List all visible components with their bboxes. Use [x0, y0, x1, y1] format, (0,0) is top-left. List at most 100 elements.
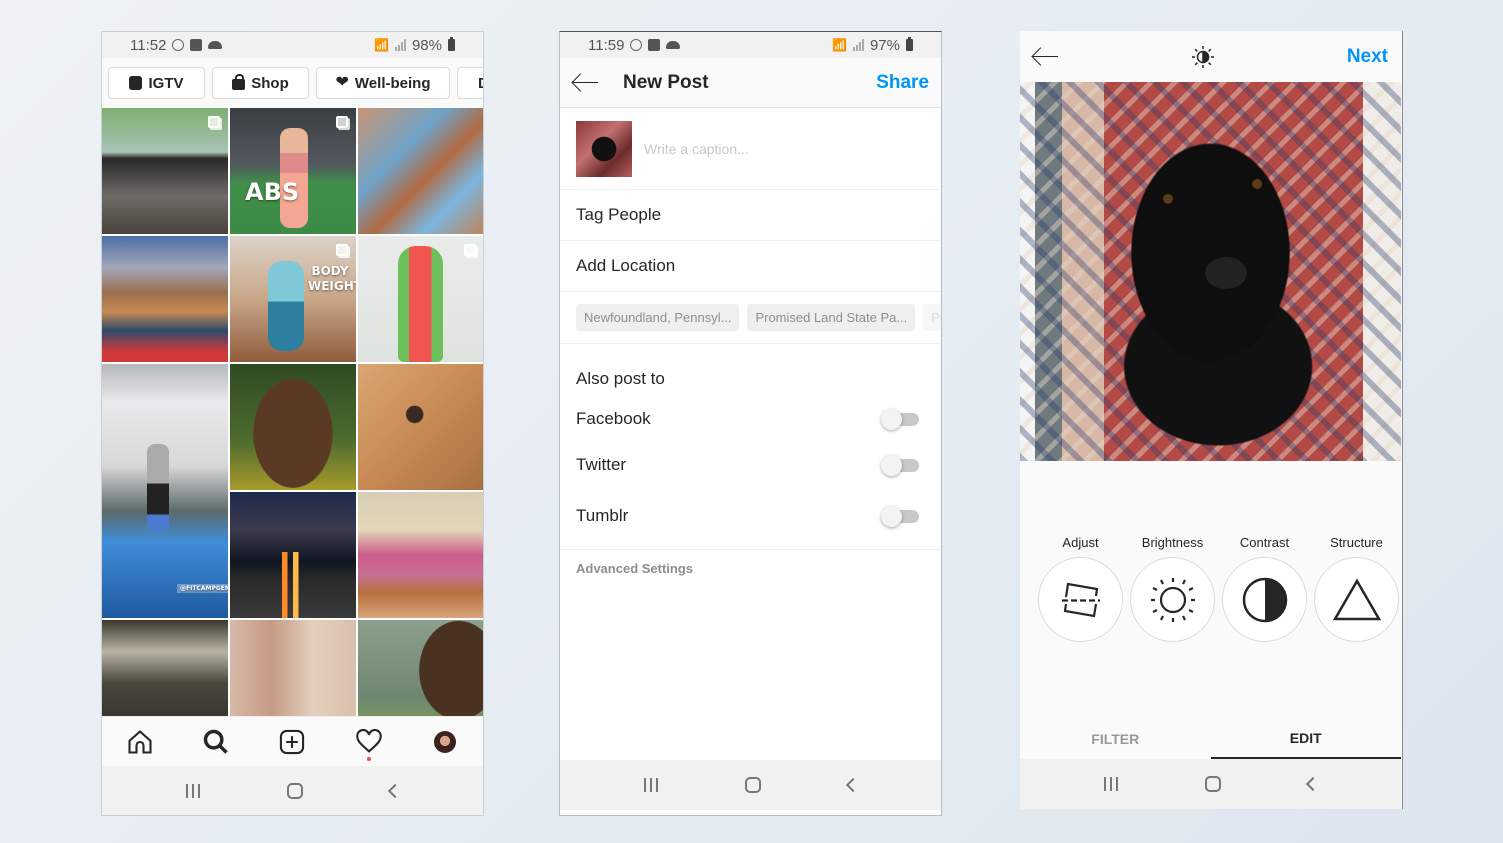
brightness-icon [1130, 557, 1215, 642]
wifi-icon: 📶 [374, 38, 389, 52]
header: Next [1020, 31, 1402, 82]
tag-people-row[interactable]: Tag People [560, 190, 941, 241]
edit-tools: Adjust Brightness Contrast Structure [1020, 461, 1402, 642]
tab-edit[interactable]: EDIT [1210, 719, 1401, 759]
add-location-row[interactable]: Add Location [560, 241, 941, 292]
page-title: New Post [623, 71, 709, 93]
tool-adjust[interactable]: Adjust [1038, 535, 1123, 642]
status-time: 11:59 [588, 36, 625, 54]
structure-icon [1314, 557, 1399, 642]
lux-icon[interactable] [1190, 44, 1216, 70]
profile-tab[interactable] [430, 727, 460, 757]
status-bar: 11:59 📶 97% [560, 32, 941, 58]
back-icon[interactable] [845, 777, 860, 793]
system-nav-bar [1020, 759, 1401, 809]
share-facebook-row: Facebook [560, 399, 941, 439]
grid-tile[interactable] [102, 108, 228, 234]
new-post-icon[interactable] [277, 727, 307, 757]
tool-structure[interactable]: Structure [1314, 535, 1399, 642]
header: New Post Share [560, 58, 941, 108]
chip-shop[interactable]: Shop [212, 67, 309, 99]
back-arrow-icon[interactable] [572, 73, 600, 93]
account-icon [630, 39, 643, 51]
signal-icon [394, 39, 406, 51]
grid-tile[interactable] [230, 620, 356, 716]
location-chip[interactable]: Po [923, 304, 941, 331]
share-button[interactable]: Share [876, 72, 929, 94]
chip-next[interactable]: D [457, 67, 483, 99]
home-button-icon[interactable] [286, 783, 303, 799]
explore-screen: 11:52 📶 98% IGTV Shop ❤ Well-being D [101, 31, 484, 816]
adjust-icon [1038, 557, 1123, 642]
tab-filter[interactable]: FILTER [1020, 719, 1211, 759]
carousel-icon [336, 116, 348, 128]
activity-heart-icon[interactable] [354, 727, 384, 761]
image-icon [648, 39, 661, 51]
home-button-icon[interactable] [1204, 776, 1221, 792]
carousel-icon [336, 244, 348, 256]
igtv-icon [129, 76, 143, 90]
grid-tile[interactable] [230, 364, 356, 490]
status-time: 11:52 [130, 36, 167, 54]
grid-tile[interactable] [358, 364, 483, 490]
location-chip[interactable]: Newfoundland, Pennsyl... [576, 304, 740, 331]
recents-icon[interactable] [643, 778, 658, 792]
grid-tile[interactable]: ABS [230, 108, 356, 234]
recents-icon[interactable] [1103, 777, 1118, 791]
advanced-settings-link[interactable]: Advanced Settings [560, 549, 941, 587]
photo-detail [1205, 257, 1247, 289]
location-chip[interactable]: Promised Land State Pa... [747, 304, 916, 331]
twitter-toggle[interactable] [881, 454, 921, 476]
system-nav-bar [560, 760, 941, 810]
recents-icon[interactable] [185, 784, 200, 798]
back-icon[interactable] [1305, 776, 1320, 792]
tool-label: Contrast [1239, 535, 1290, 550]
chip-well-being[interactable]: ❤ Well-being [316, 67, 450, 99]
caption-input[interactable] [644, 140, 925, 157]
edit-screen: Next Adjust Brightness Contrast Structur… [1020, 31, 1403, 809]
account-icon [172, 39, 185, 51]
tile-watermark: @FITCAMPGENOVA [177, 584, 228, 593]
toggle-label: Tumblr [576, 505, 629, 525]
system-nav-bar [102, 766, 483, 815]
grid-tile[interactable]: @FITCAMPGENOVA [102, 364, 228, 618]
grid-tile[interactable] [358, 620, 483, 716]
carousel-icon [464, 244, 476, 256]
topic-chips: IGTV Shop ❤ Well-being D [102, 58, 483, 108]
explore-grid: ABS BODY WEIGHT @FITCAMPGENOVA [102, 108, 483, 716]
edit-tabs: FILTER EDIT [1020, 719, 1401, 759]
chip-label: Shop [251, 74, 289, 92]
avatar [433, 730, 456, 753]
battery-percent: 97% [869, 36, 900, 54]
grid-tile[interactable] [102, 620, 228, 716]
toggle-label: Twitter [576, 454, 627, 474]
tool-contrast[interactable]: Contrast [1222, 535, 1307, 642]
back-arrow-icon[interactable] [1032, 47, 1060, 67]
facebook-toggle[interactable] [881, 409, 921, 430]
tumblr-toggle[interactable] [881, 505, 921, 527]
image-icon [190, 39, 203, 51]
chip-igtv[interactable]: IGTV [108, 67, 205, 99]
next-button[interactable]: Next [1347, 46, 1388, 68]
back-icon[interactable] [387, 783, 402, 799]
location-suggestions: Newfoundland, Pennsyl... Promised Land S… [560, 292, 941, 344]
grid-tile[interactable] [230, 492, 356, 618]
home-button-icon[interactable] [744, 777, 761, 793]
grid-tile[interactable]: BODY WEIGHT [230, 236, 356, 362]
heart-icon: ❤ [335, 74, 349, 91]
grid-tile[interactable] [358, 492, 483, 618]
grid-tile[interactable] [102, 236, 228, 362]
photo-preview [1020, 82, 1401, 461]
photo-detail [1163, 194, 1173, 204]
grid-tile[interactable] [358, 108, 483, 234]
chip-label: D [478, 75, 483, 92]
grid-tile[interactable] [358, 236, 483, 362]
tool-label: Structure [1330, 535, 1383, 550]
home-icon[interactable] [125, 727, 155, 757]
cloud-icon [666, 41, 681, 49]
bottom-nav [102, 716, 483, 766]
battery-icon [448, 37, 455, 51]
cloud-icon [208, 41, 223, 49]
tool-brightness[interactable]: Brightness [1130, 535, 1215, 642]
search-icon[interactable] [201, 727, 231, 757]
